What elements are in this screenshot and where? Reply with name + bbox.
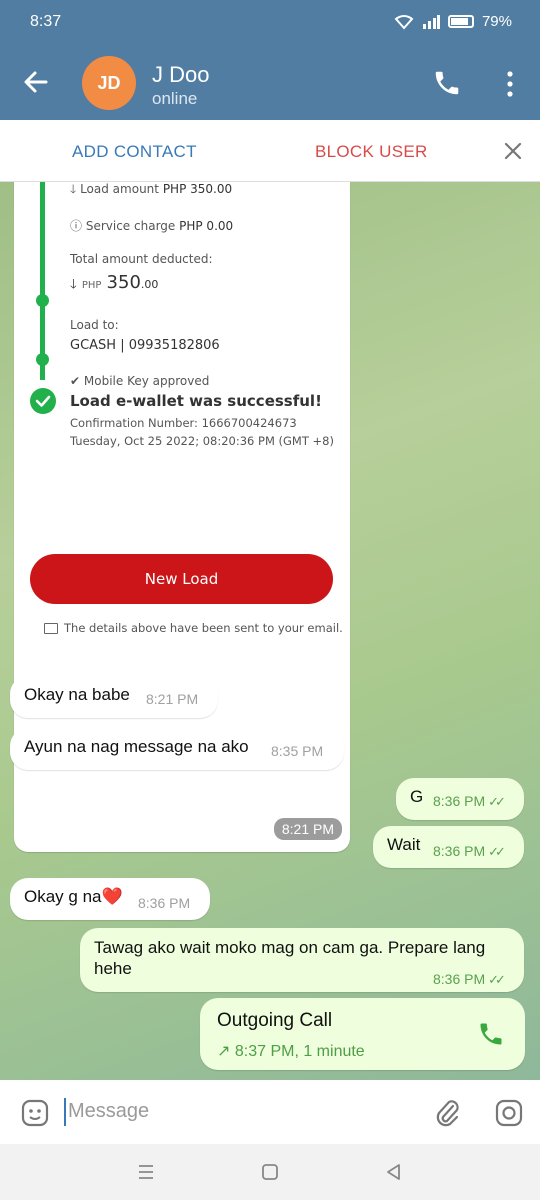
incoming-message[interactable]: Okay na babe 8:21 PM xyxy=(10,676,218,718)
load-amount-value: PHP 350.00 xyxy=(162,182,233,196)
status-time: 8:37 xyxy=(30,13,62,30)
call-phone-icon[interactable] xyxy=(477,1020,505,1048)
phone-icon[interactable] xyxy=(432,68,462,98)
load-amount-label: Load amount xyxy=(80,182,159,196)
back-arrow-icon[interactable] xyxy=(20,66,52,98)
message-input-bar: Message xyxy=(0,1080,540,1144)
timeline-dot xyxy=(36,294,49,307)
recents-menu-icon[interactable] xyxy=(133,1159,159,1185)
system-nav-bar xyxy=(0,1144,540,1200)
signal-icon xyxy=(422,14,440,29)
home-icon[interactable] xyxy=(257,1159,283,1185)
message-text: Tawag ako wait moko mag on cam ga. Prepa… xyxy=(94,938,486,978)
status-icons: 79% xyxy=(394,13,512,30)
total-value: 350 xyxy=(106,272,141,293)
incoming-message[interactable]: Ayun na nag message na ako 8:35 PM xyxy=(10,728,344,770)
check-icon: ✔ xyxy=(70,374,81,388)
more-vert-icon[interactable] xyxy=(500,70,520,98)
mobile-key-label: Mobile Key approved xyxy=(83,374,210,388)
service-charge-value: PHP 0.00 xyxy=(179,219,234,233)
message-text: Ayun na nag message na ako xyxy=(24,737,249,756)
close-icon[interactable] xyxy=(503,141,523,161)
chat-header: JD J Doo online xyxy=(0,46,540,120)
sticker-icon[interactable] xyxy=(20,1098,50,1128)
email-note: The details above have been sent to your… xyxy=(64,621,343,635)
battery-icon xyxy=(447,15,474,28)
contact-status: online xyxy=(152,89,198,108)
wifi-icon xyxy=(394,14,414,30)
service-charge-row: ⓘ Service charge PHP 0.00 xyxy=(70,217,233,234)
message-time: 8:21 PM xyxy=(146,691,199,707)
add-contact-button[interactable]: ADD CONTACT xyxy=(72,142,197,162)
contact-action-bar: ADD CONTACT BLOCK USER xyxy=(0,120,540,182)
total-label: Total amount deducted: xyxy=(70,252,213,266)
call-duration: 8:37 PM, 1 minute xyxy=(234,1043,365,1060)
total-amount: 🡓 PHP 350.00 xyxy=(70,272,158,297)
battery-percent: 79% xyxy=(481,13,512,30)
call-title: Outgoing Call xyxy=(217,1010,333,1031)
service-charge-label: Service charge xyxy=(85,219,176,233)
message-time-row: 8:36 PM ✓✓ xyxy=(433,793,506,810)
mobile-key-row: ✔ Mobile Key approved xyxy=(70,374,209,388)
message-time: 8:36 PM xyxy=(433,843,486,859)
mail-icon xyxy=(44,623,58,634)
outgoing-message[interactable]: G 8:36 PM ✓✓ xyxy=(396,778,524,820)
load-to-value: GCASH | 09935182806 xyxy=(70,338,220,353)
attach-icon[interactable] xyxy=(432,1097,462,1129)
confirmation-number: Confirmation Number: 1666700424673 xyxy=(70,416,297,430)
down-arrow-icon: 🡓 xyxy=(70,182,77,196)
text-cursor xyxy=(64,1098,66,1126)
success-check-icon xyxy=(30,388,56,414)
chat-area[interactable]: 🡓 Load amount PHP 350.00 ⓘ Service charg… xyxy=(0,182,540,1080)
read-check-icon: ✓✓ xyxy=(488,972,506,987)
total-currency: PHP xyxy=(81,280,102,291)
read-check-icon: ✓✓ xyxy=(488,794,506,809)
success-title: Load e-wallet was successful! xyxy=(70,392,322,410)
new-load-button: New Load xyxy=(30,554,333,604)
incoming-message[interactable]: Okay g na❤️ 8:36 PM xyxy=(10,878,210,920)
message-text: Okay g na❤️ xyxy=(24,887,123,906)
total-cents: .00 xyxy=(140,278,159,291)
message-time-row: 8:36 PM ✓✓ xyxy=(433,843,506,860)
read-check-icon: ✓✓ xyxy=(488,844,506,859)
message-time: 8:35 PM xyxy=(271,743,324,759)
message-input[interactable]: Message xyxy=(68,1100,149,1123)
message-text: Okay na babe xyxy=(24,685,130,704)
message-time: 8:36 PM xyxy=(433,793,486,809)
down-arrow-icon: 🡓 xyxy=(70,277,77,292)
message-time: 8:36 PM xyxy=(433,971,486,987)
outgoing-message[interactable]: Tawag ako wait moko mag on cam ga. Prepa… xyxy=(80,928,524,992)
load-amount-row: 🡓 Load amount PHP 350.00 xyxy=(70,182,232,201)
message-text: G xyxy=(410,787,424,806)
outgoing-call-bubble[interactable]: Outgoing Call ↗ 8:37 PM, 1 minute xyxy=(200,998,525,1070)
info-icon: ⓘ xyxy=(70,219,83,233)
outgoing-arrow-icon: ↗ xyxy=(217,1043,231,1060)
outgoing-message[interactable]: Wait 8:36 PM ✓✓ xyxy=(373,826,524,868)
timeline-line xyxy=(40,182,45,380)
message-time: 8:36 PM xyxy=(138,895,191,911)
load-to-label: Load to: xyxy=(70,318,119,332)
avatar[interactable]: JD xyxy=(82,56,136,110)
transaction-datetime: Tuesday, Oct 25 2022; 08:20:36 PM (GMT +… xyxy=(70,434,334,448)
message-text: Wait xyxy=(387,835,421,854)
block-user-button[interactable]: BLOCK USER xyxy=(315,142,428,162)
back-triangle-icon[interactable] xyxy=(381,1159,407,1185)
call-info: ↗ 8:37 PM, 1 minute xyxy=(217,1041,365,1061)
status-bar: 8:37 79% xyxy=(0,0,540,46)
timeline-dot xyxy=(36,353,49,366)
message-time: 8:21 PM xyxy=(273,818,342,840)
message-time-row: 8:36 PM ✓✓ xyxy=(433,969,506,990)
camera-icon[interactable] xyxy=(494,1098,524,1128)
contact-name[interactable]: J Doo xyxy=(152,62,209,88)
